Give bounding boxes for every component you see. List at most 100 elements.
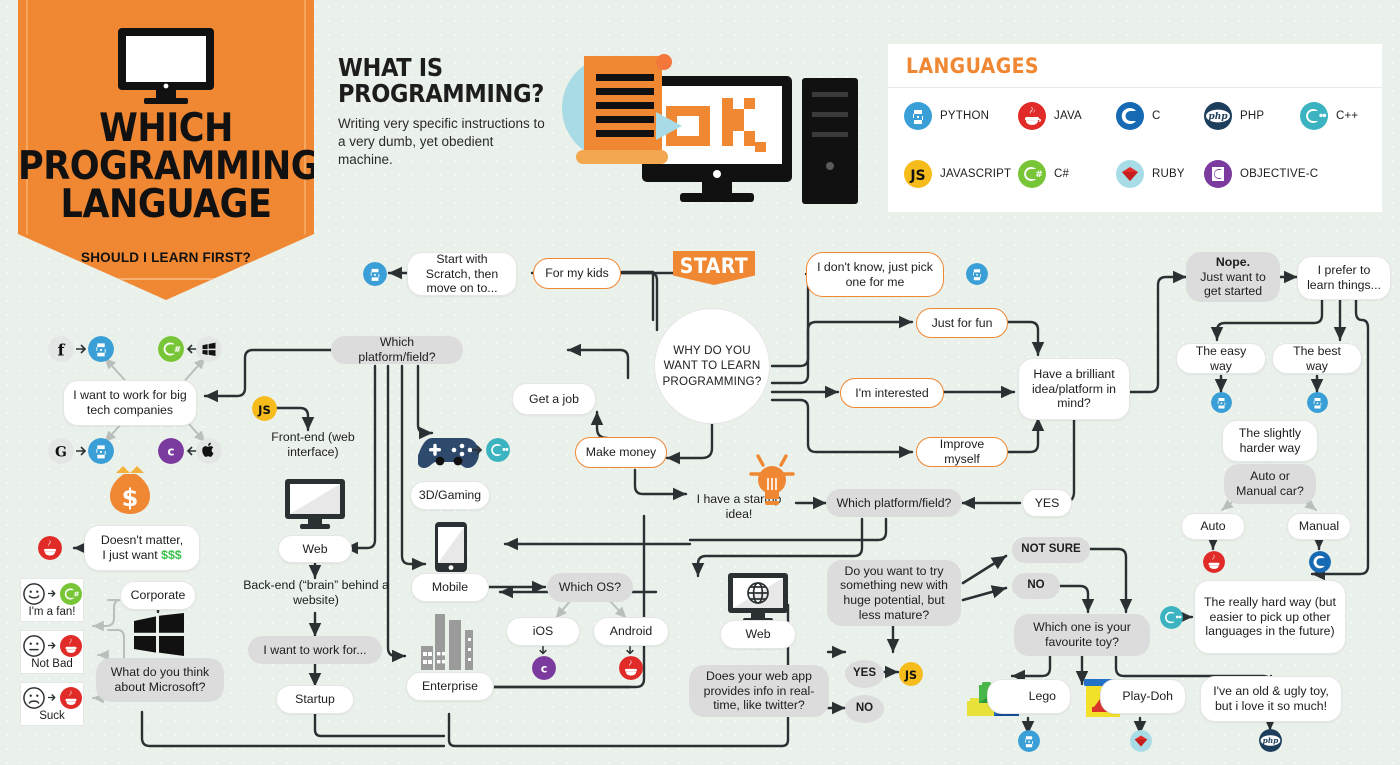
node-no[interactable]: NO: [1012, 573, 1060, 599]
c-icon: [1309, 551, 1331, 573]
node-realtime-yes[interactable]: YES: [845, 660, 884, 688]
banner-subtitle: SHOULD I LEARN FIRST?: [81, 250, 251, 265]
node-auto-or-manual-car[interactable]: Auto or Manual car?: [1224, 464, 1316, 504]
face-row: #: [22, 582, 82, 605]
windows-icon: [196, 336, 222, 362]
java-icon: [619, 656, 643, 680]
apple-icon: [196, 438, 222, 464]
language-label: RUBY: [1152, 168, 1185, 180]
banner-title-line3: LANGUAGE: [60, 182, 272, 228]
globe-monitor-icon: [728, 573, 788, 623]
language-item-objective-c[interactable]: OBJECTIVE-C: [1204, 160, 1318, 188]
node-for-my-kids[interactable]: For my kids: [533, 258, 621, 289]
node-im-interested[interactable]: I'm interested: [840, 378, 944, 408]
face-option-im-a-fan[interactable]: # I'm a fan!: [20, 578, 84, 622]
arrow-right-icon: [472, 445, 483, 455]
node-nope-get-started[interactable]: Nope. Just want to get started: [1186, 252, 1280, 302]
node-start-with-scratch[interactable]: Start with Scratch, then move on to...: [407, 252, 517, 296]
node-auto[interactable]: Auto: [1181, 513, 1245, 540]
node-corporate[interactable]: Corporate: [120, 581, 196, 610]
arrow-right-icon: [47, 642, 56, 649]
svg-text:G: G: [55, 445, 67, 461]
arrow-down-icon: [626, 646, 634, 655]
cpp-icon: [1160, 606, 1183, 629]
language-item-php[interactable]: php PHP: [1204, 102, 1264, 130]
node-enterprise[interactable]: Enterprise: [406, 672, 494, 701]
node-web-left[interactable]: Web: [278, 535, 352, 563]
node-realtime-question[interactable]: Does your web app provides info in real-…: [689, 665, 829, 717]
desktop-monitor-icon: [285, 479, 345, 529]
node-really-hard-way[interactable]: The really hard way (but easier to pick …: [1194, 580, 1346, 654]
face-option-suck[interactable]: Suck: [20, 682, 84, 726]
node-slightly-harder-way[interactable]: The slightly harder way: [1222, 420, 1318, 462]
language-item-python[interactable]: PYTHON: [904, 102, 989, 130]
node-i-want-to-work-for[interactable]: I want to work for...: [248, 636, 382, 664]
node-just-for-fun[interactable]: Just for fun: [916, 308, 1008, 338]
java-icon: [59, 634, 82, 657]
svg-text:f: f: [58, 341, 66, 360]
language-label: PHP: [1240, 110, 1265, 122]
ruby-icon: [1116, 160, 1144, 188]
node-the-easy-way[interactable]: The easy way: [1176, 343, 1266, 374]
node-old-ugly-toy[interactable]: I've an old & ugly toy, but i love it so…: [1200, 676, 1342, 722]
svg-text:php: php: [1263, 736, 1280, 745]
language-item-java[interactable]: JAVA: [1018, 102, 1082, 130]
python-icon: [1307, 392, 1328, 413]
csharp-icon: #: [158, 336, 184, 362]
node-have-brilliant-idea[interactable]: Have a brilliant idea/platform in mind?: [1018, 358, 1130, 420]
node-what-about-microsoft[interactable]: What do you think about Microsoft?: [96, 658, 224, 702]
arrow-right-icon: [76, 446, 87, 456]
node-ios[interactable]: iOS: [506, 617, 580, 646]
node-big-tech-companies[interactable]: I want to work for big tech companies: [63, 380, 197, 426]
node-3d-gaming[interactable]: 3D/Gaming: [410, 481, 490, 510]
smiley-smile-icon: [22, 582, 45, 605]
c-icon: [1116, 102, 1144, 130]
javascript-icon: JS: [904, 160, 932, 188]
languages-panel: LANGUAGES PYTHON JAVA C php PHP C++ JS J…: [888, 44, 1382, 212]
money-symbol: $$$: [161, 548, 182, 562]
node-mobile[interactable]: Mobile: [411, 573, 489, 602]
node-android[interactable]: Android: [593, 617, 669, 646]
node-make-money[interactable]: Make money: [575, 437, 667, 468]
face-caption: Suck: [39, 709, 65, 722]
javascript-icon: JS: [252, 396, 277, 421]
node-doesnt-matter-line1: Doesn't matter,: [100, 533, 184, 548]
node-yes-brilliant[interactable]: YES: [1022, 489, 1072, 517]
node-try-something-new[interactable]: Do you want to try something new with hu…: [827, 560, 961, 626]
node-the-best-way[interactable]: The best way: [1272, 343, 1362, 374]
node-root-question[interactable]: WHY DO YOU WANT TO LEARN PROGRAMMING?: [654, 308, 770, 424]
face-option-not-bad[interactable]: Not Bad: [20, 630, 84, 674]
objective-c-icon: [1204, 160, 1232, 188]
node-improve-myself[interactable]: Improve myself: [916, 437, 1008, 467]
language-label: JAVA: [1054, 110, 1082, 122]
node-web-right[interactable]: Web: [720, 620, 796, 649]
node-playdoh[interactable]: Play-Doh: [1100, 679, 1186, 714]
cpp-icon: [1300, 102, 1328, 130]
node-not-sure[interactable]: NOT SURE: [1012, 537, 1090, 563]
node-favourite-toy[interactable]: Which one is your favourite toy?: [1014, 614, 1150, 656]
node-realtime-no[interactable]: NO: [845, 695, 884, 723]
what-is-programming-block: WHAT IS PROGRAMMING? Writing very specif…: [338, 55, 548, 168]
node-which-platform-right[interactable]: Which platform/field?: [826, 489, 962, 517]
language-label: JAVASCRIPT: [940, 168, 1012, 180]
language-item-ruby[interactable]: RUBY: [1116, 160, 1185, 188]
language-item-cpp[interactable]: C++: [1300, 102, 1358, 130]
language-item-c[interactable]: C: [1116, 102, 1161, 130]
buildings-icon: [421, 614, 473, 670]
arrow-right-icon: [47, 694, 56, 701]
python-icon: [1018, 730, 1040, 752]
node-i-prefer-learn[interactable]: I prefer to learn things...: [1297, 256, 1391, 300]
node-manual[interactable]: Manual: [1287, 513, 1351, 540]
node-doesnt-matter-money[interactable]: Doesn't matter, I just want $$$: [84, 525, 200, 571]
node-startup[interactable]: Startup: [276, 685, 354, 714]
node-get-a-job[interactable]: Get a job: [512, 383, 596, 415]
svg-text:#: #: [174, 344, 181, 354]
language-item-csharp[interactable]: # C#: [1018, 160, 1069, 188]
face-caption: I'm a fan!: [28, 605, 76, 618]
node-which-os[interactable]: Which OS?: [547, 573, 633, 602]
language-item-javascript[interactable]: JS JAVASCRIPT: [904, 160, 1011, 188]
node-which-platform-left[interactable]: Which platform/field?: [331, 335, 463, 364]
node-lego[interactable]: Lego: [987, 679, 1071, 714]
node-dont-know-pick-one[interactable]: I don't know, just pick one for me: [806, 252, 944, 297]
objective-c-icon: c: [532, 656, 556, 680]
